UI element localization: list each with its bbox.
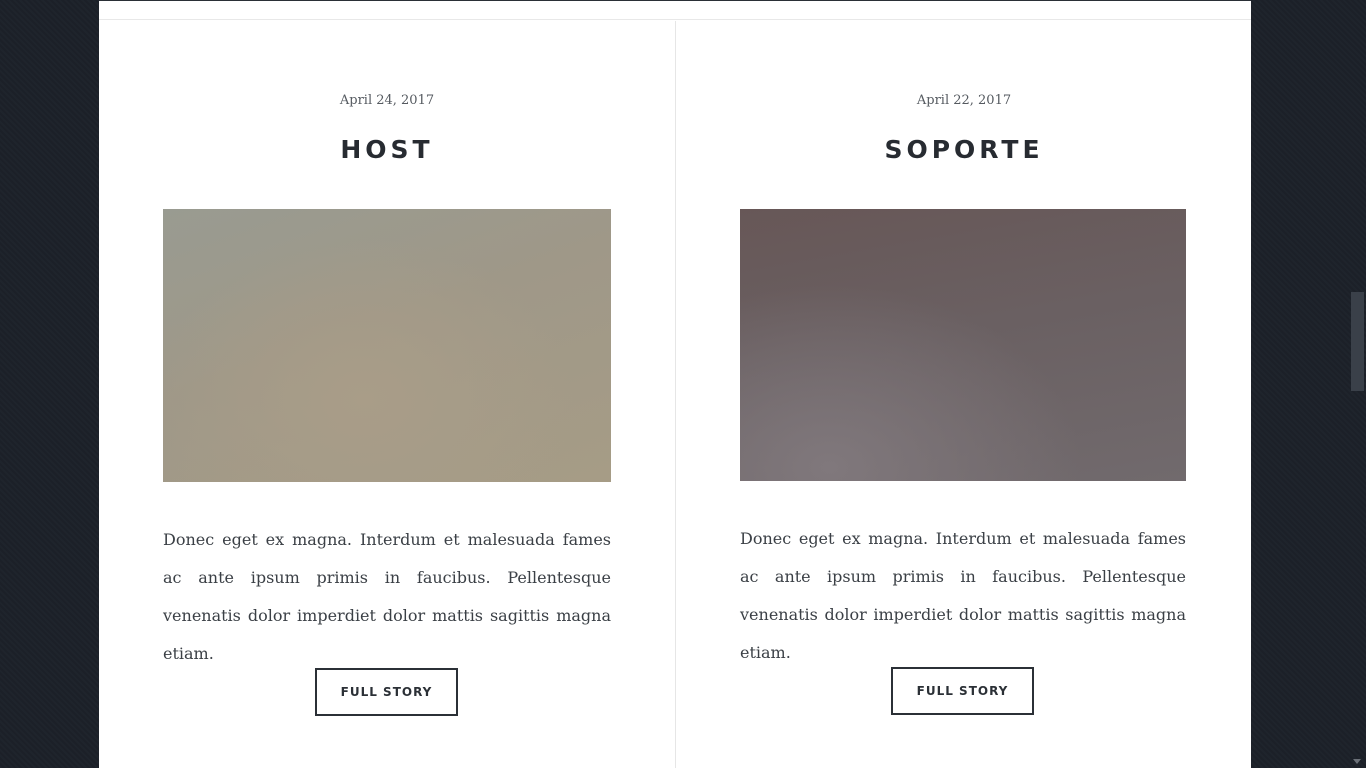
section-top-border [99, 0, 1251, 20]
vertical-scrollbar[interactable] [1349, 0, 1366, 768]
post-excerpt: Donec eget ex magna. Interdum et malesua… [163, 530, 611, 663]
post-card-soporte: April 22, 2017 SOPORTE Donec eget ex mag… [676, 21, 1252, 768]
post-title[interactable]: HOST [99, 135, 675, 164]
post-date: April 22, 2017 [916, 93, 1012, 108]
post-image[interactable] [163, 209, 611, 482]
post-date: April 24, 2017 [339, 93, 435, 108]
full-story-button[interactable]: FULL STORY [315, 668, 458, 716]
post-excerpt: Donec eget ex magna. Interdum et malesua… [740, 529, 1186, 662]
content-page: April 24, 2017 HOST Donec eget ex magna.… [99, 0, 1251, 768]
post-image[interactable] [740, 209, 1186, 481]
scrollbar-thumb[interactable] [1351, 292, 1364, 391]
scroll-down-arrow-icon[interactable] [1353, 759, 1361, 764]
post-title[interactable]: SOPORTE [676, 135, 1252, 164]
full-story-button[interactable]: FULL STORY [891, 667, 1034, 715]
post-card-host: April 24, 2017 HOST Donec eget ex magna.… [99, 21, 675, 768]
